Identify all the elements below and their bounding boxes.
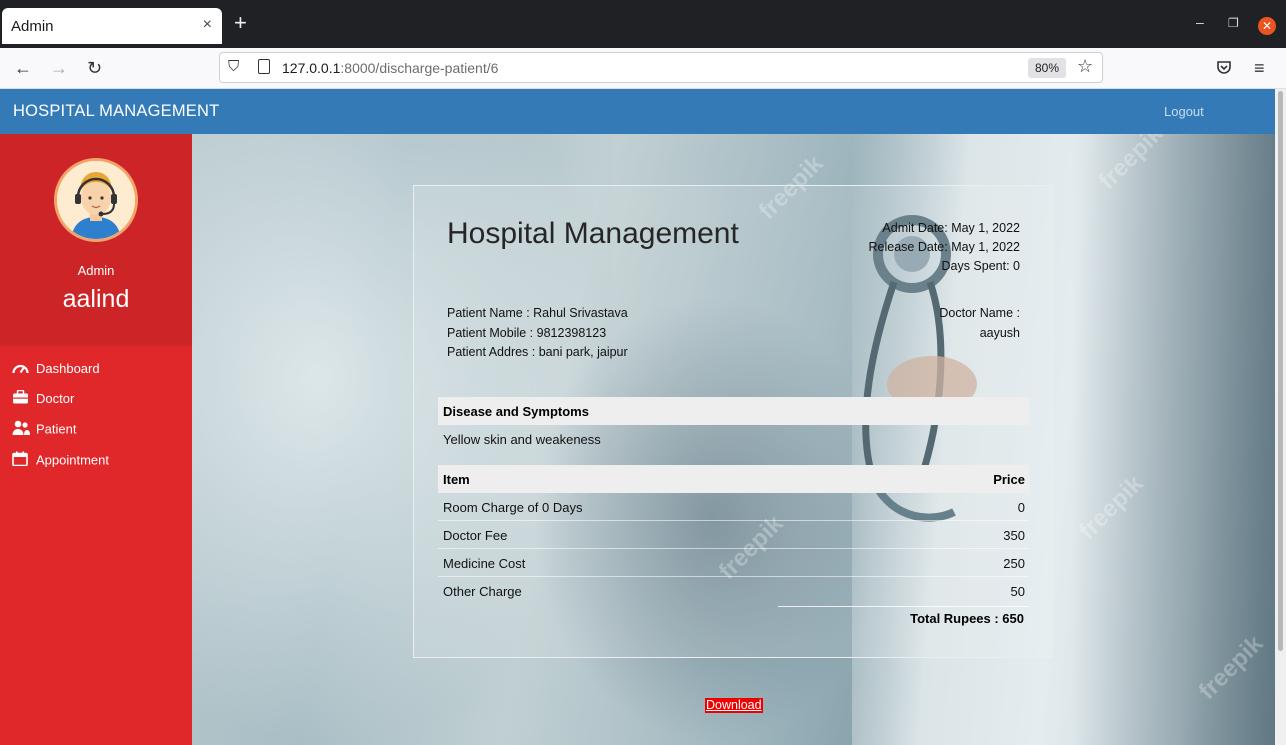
row-price: 50 <box>1010 584 1025 599</box>
sidebar-item-appointment[interactable]: Appointment <box>12 451 109 471</box>
url-text[interactable]: 127.0.0.1:8000/discharge-patient/6 <box>282 60 498 76</box>
restore-icon[interactable]: ❐ <box>1228 16 1239 30</box>
item-column-header: Item <box>443 472 470 487</box>
table-row: Medicine Cost 250 <box>438 549 1029 577</box>
back-arrow-icon[interactable]: ← <box>14 58 32 79</box>
doctor-info: Doctor Name : aayush <box>939 304 1020 343</box>
admit-date: Admit Date: May 1, 2022 <box>882 221 1020 235</box>
sidebar-item-label: Dashboard <box>36 361 100 377</box>
user-role: Admin <box>77 263 115 278</box>
bill-title: Hospital Management <box>447 217 739 250</box>
page-icon <box>258 59 270 74</box>
row-price: 0 <box>1017 500 1025 515</box>
table-row: Doctor Fee 350 <box>438 521 1029 549</box>
sidebar: Admin aalind Dashboard Doctor Patient Ap… <box>0 134 192 745</box>
dashboard-gauge-icon <box>12 361 30 377</box>
users-icon <box>12 420 30 438</box>
patient-info: Patient Name : Rahul Srivastava Patient … <box>447 304 628 363</box>
patient-address: Patient Addres : bani park, jaipur <box>447 345 628 359</box>
days-spent: Days Spent: 0 <box>941 259 1020 273</box>
minimize-icon[interactable]: – <box>1196 14 1204 30</box>
logout-link[interactable]: Logout <box>1164 104 1204 119</box>
disease-row: Yellow skin and weakeness <box>438 425 1029 453</box>
disease-header-label: Disease and Symptoms <box>443 404 589 419</box>
bill-table-header: Item Price <box>438 465 1029 493</box>
tab-title: Admin <box>11 18 54 35</box>
row-item: Medicine Cost <box>443 556 526 571</box>
scrollbar-thumb[interactable] <box>1278 91 1283 651</box>
disease-text: Yellow skin and weakeness <box>443 432 601 447</box>
total-divider <box>778 606 1029 607</box>
briefcase-icon <box>12 389 30 407</box>
row-item: Doctor Fee <box>443 528 508 543</box>
url-bar[interactable]: ⛉ 127.0.0.1:8000/discharge-patient/6 80%… <box>219 52 1103 83</box>
price-column-header: Price <box>993 472 1025 487</box>
forward-arrow-icon[interactable]: → <box>50 58 68 79</box>
menu-icon[interactable]: ≡ <box>1254 58 1265 79</box>
sidebar-item-patient[interactable]: Patient <box>12 420 76 440</box>
doctor-label: Doctor Name : <box>939 306 1020 320</box>
row-price: 350 <box>1003 528 1025 543</box>
sidebar-item-label: Patient <box>36 421 77 437</box>
row-item: Room Charge of 0 Days <box>443 500 583 515</box>
row-price: 250 <box>1003 556 1025 571</box>
bookmark-star-icon[interactable]: ☆ <box>1077 56 1093 77</box>
sidebar-item-dashboard[interactable]: Dashboard <box>12 360 100 380</box>
table-row: Room Charge of 0 Days 0 <box>438 493 1029 521</box>
sidebar-item-label: Appointment <box>36 452 109 468</box>
tab-close-icon[interactable]: × <box>203 16 212 34</box>
app-header: HOSPITAL MANAGEMENT Logout <box>0 89 1275 134</box>
browser-tab-bar: Admin × + – ❐ ✕ <box>0 0 1286 48</box>
total-amount: Total Rupees : 650 <box>910 611 1024 626</box>
doctor-name: aayush <box>979 325 1020 340</box>
table-row: Other Charge 50 <box>438 577 1029 605</box>
bill-dates: Admit Date: May 1, 2022 Release Date: Ma… <box>869 219 1020 276</box>
sidebar-item-label: Doctor <box>36 391 75 407</box>
pocket-icon[interactable] <box>1216 60 1232 79</box>
release-date: Release Date: May 1, 2022 <box>868 240 1020 254</box>
discharge-bill-card: Hospital Management Admit Date: May 1, 2… <box>413 185 1053 658</box>
zoom-level[interactable]: 80% <box>1028 58 1067 78</box>
download-button[interactable]: Download <box>705 698 763 713</box>
new-tab-icon[interactable]: + <box>234 12 247 34</box>
row-item: Other Charge <box>443 584 522 599</box>
browser-navbar: ← → ↻ ⛉ 127.0.0.1:8000/discharge-patient… <box>0 48 1286 89</box>
patient-mobile: Patient Mobile : 9812398123 <box>447 325 607 340</box>
disease-header: Disease and Symptoms <box>438 397 1029 425</box>
window-close-icon[interactable]: ✕ <box>1258 17 1276 35</box>
reload-icon[interactable]: ↻ <box>87 58 102 79</box>
profile-panel: Admin aalind <box>0 134 192 346</box>
patient-name: Patient Name : Rahul Srivastava <box>447 306 628 320</box>
browser-tab[interactable]: Admin × <box>2 8 222 44</box>
shield-icon[interactable]: ⛉ <box>228 58 239 75</box>
page-scrollbar[interactable] <box>1275 89 1286 745</box>
calendar-icon <box>12 451 30 469</box>
app-title[interactable]: HOSPITAL MANAGEMENT <box>13 102 219 121</box>
sidebar-item-doctor[interactable]: Doctor <box>12 389 75 410</box>
avatar <box>54 158 138 242</box>
user-name: aalind <box>62 285 130 313</box>
